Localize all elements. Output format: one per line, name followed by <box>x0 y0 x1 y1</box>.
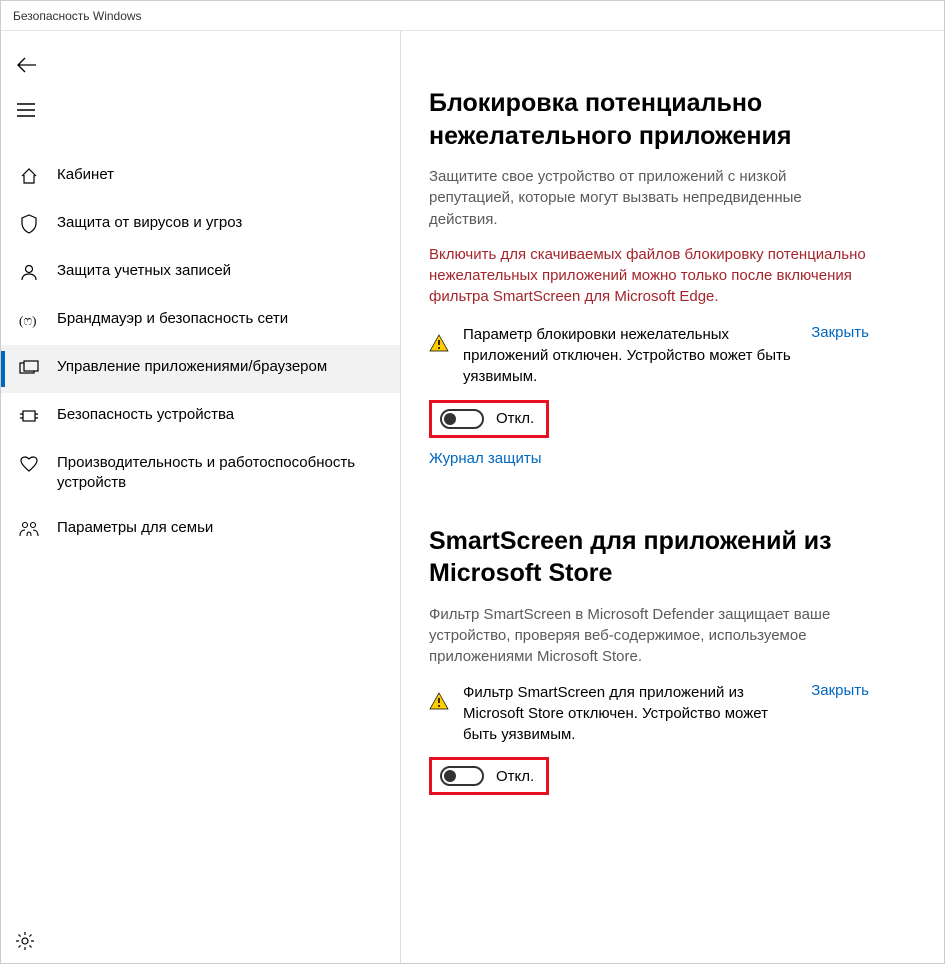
warning-triangle-icon <box>429 334 449 352</box>
protection-history-link[interactable]: Журнал защиты <box>429 450 542 467</box>
smartscreen-heading: SmartScreen для приложений из Microsoft … <box>429 525 869 590</box>
heart-icon <box>19 454 39 474</box>
sidebar: Кабинет Защита от вирусов и угроз Защита… <box>1 31 401 963</box>
sidebar-item-app-browser[interactable]: Управление приложениями/браузером <box>1 345 400 393</box>
section-smartscreen-store: SmartScreen для приложений из Microsoft … <box>429 525 869 808</box>
smartscreen-toggle-label: Откл. <box>496 768 534 785</box>
content-area: Блокировка потенциально нежелательного п… <box>401 31 944 963</box>
window-title: Безопасность Windows <box>13 9 142 23</box>
sidebar-item-performance[interactable]: Производительность и работоспособность у… <box>1 441 400 506</box>
nav-list: Кабинет Защита от вирусов и угроз Защита… <box>1 153 400 554</box>
sidebar-item-family[interactable]: Параметры для семьи <box>1 506 400 554</box>
sidebar-item-label: Параметры для семьи <box>57 518 213 538</box>
pua-smartscreen-warning: Включить для скачиваемых файлов блокиров… <box>429 244 869 308</box>
chip-icon <box>19 406 39 426</box>
sidebar-item-label: Защита учетных записей <box>57 261 231 281</box>
sidebar-item-label: Брандмауэр и безопасность сети <box>57 309 288 329</box>
smartscreen-toggle-row: Откл. <box>429 757 549 795</box>
smartscreen-alert: Фильтр SmartScreen для приложений из Mic… <box>429 682 869 746</box>
back-button[interactable] <box>1 49 49 81</box>
pua-heading: Блокировка потенциально нежелательного п… <box>429 87 869 152</box>
pua-dismiss-link[interactable]: Закрыть <box>811 324 869 341</box>
pua-toggle-label: Откл. <box>496 410 534 427</box>
sidebar-item-label: Производительность и работоспособность у… <box>57 453 384 494</box>
svg-text:(ෆ): (ෆ) <box>19 313 36 328</box>
sidebar-item-label: Управление приложениями/браузером <box>57 357 327 377</box>
smartscreen-description: Фильтр SmartScreen в Microsoft Defender … <box>429 604 869 668</box>
sidebar-item-device-security[interactable]: Безопасность устройства <box>1 393 400 441</box>
sidebar-item-firewall[interactable]: (ෆ) Брандмауэр и безопасность сети <box>1 297 400 345</box>
gear-icon <box>15 931 35 951</box>
app-browser-icon <box>19 358 39 378</box>
network-icon: (ෆ) <box>19 310 39 330</box>
sidebar-item-label: Кабинет <box>57 165 114 185</box>
hamburger-icon <box>17 103 35 117</box>
back-arrow-icon <box>17 57 37 73</box>
smartscreen-dismiss-link[interactable]: Закрыть <box>811 682 869 699</box>
smartscreen-toggle[interactable] <box>440 766 484 786</box>
sidebar-item-account[interactable]: Защита учетных записей <box>1 249 400 297</box>
shield-icon <box>19 214 39 234</box>
pua-toggle-row: Откл. <box>429 400 549 438</box>
sidebar-item-virus[interactable]: Защита от вирусов и угроз <box>1 201 400 249</box>
pua-toggle[interactable] <box>440 409 484 429</box>
pua-alert: Параметр блокировки нежелательных прилож… <box>429 324 869 388</box>
titlebar: Безопасность Windows <box>1 1 944 31</box>
main-layout: Кабинет Защита от вирусов и угроз Защита… <box>1 31 944 963</box>
section-pua: Блокировка потенциально нежелательного п… <box>429 87 869 467</box>
person-icon <box>19 262 39 282</box>
settings-button[interactable] <box>15 931 35 951</box>
family-icon <box>19 519 39 539</box>
menu-button[interactable] <box>1 95 49 125</box>
warning-triangle-icon <box>429 692 449 710</box>
pua-description: Защитите свое устройство от приложений с… <box>429 166 869 230</box>
smartscreen-alert-text: Фильтр SmartScreen для приложений из Mic… <box>463 682 791 746</box>
sidebar-item-label: Безопасность устройства <box>57 405 234 425</box>
pua-alert-text: Параметр блокировки нежелательных прилож… <box>463 324 791 388</box>
home-icon <box>19 166 39 186</box>
sidebar-item-home[interactable]: Кабинет <box>1 153 400 201</box>
sidebar-item-label: Защита от вирусов и угроз <box>57 213 242 233</box>
